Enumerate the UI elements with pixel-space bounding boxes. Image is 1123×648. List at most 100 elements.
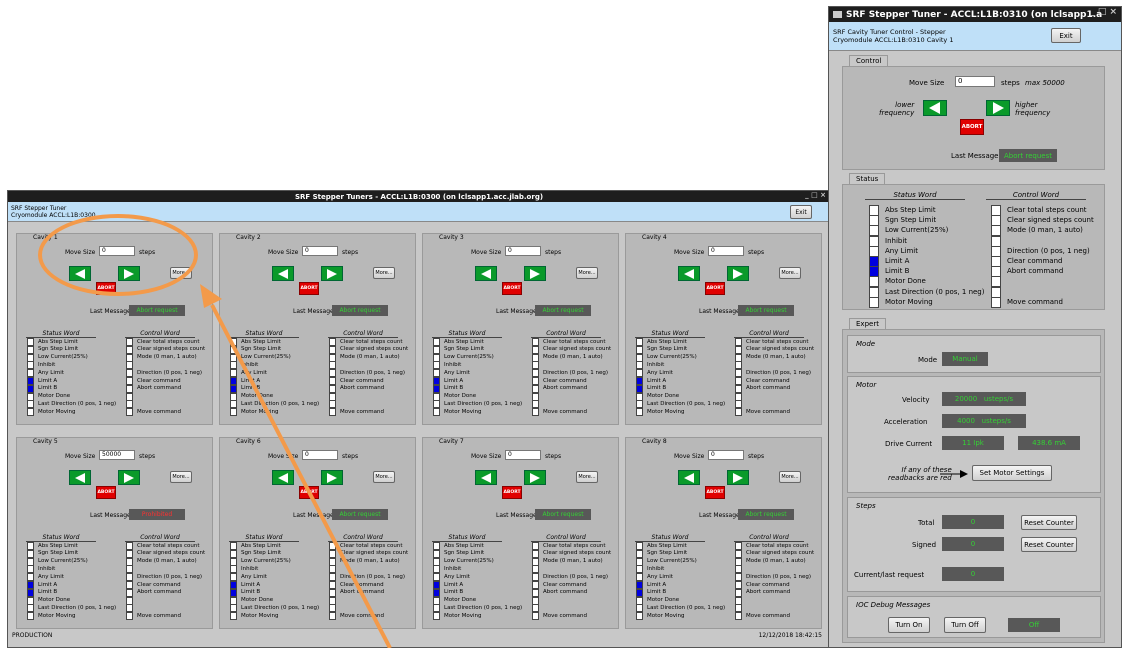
control-bit-indicator[interactable] [329,392,336,401]
abort-button[interactable]: ABORT [502,282,522,295]
control-bit-indicator[interactable] [126,604,133,613]
more-button[interactable]: More... [373,471,395,483]
debug-turn-off-button[interactable]: Turn Off [944,617,986,633]
step-lower-button[interactable] [475,266,497,281]
control-bit-indicator[interactable] [735,353,742,362]
control-bit-indicator[interactable] [532,573,539,582]
detail-titlebar[interactable]: SRF Stepper Tuner - ACCL:L1B:0310 (on lc… [829,7,1121,22]
window-menu-icon[interactable] [833,11,842,18]
control-bit-indicator[interactable] [532,581,539,589]
control-bit-indicator[interactable] [735,604,742,613]
step-lower-button[interactable] [475,470,497,485]
step-higher-button[interactable] [727,470,749,485]
control-bit-indicator[interactable] [126,557,133,566]
control-bit-indicator[interactable] [735,565,742,574]
control-bit-indicator[interactable] [532,596,539,605]
debug-turn-on-button[interactable]: Turn On [888,617,930,633]
step-lower-button[interactable] [69,470,91,485]
higher-frequency-button[interactable] [986,100,1010,116]
control-bit-indicator[interactable] [532,565,539,574]
more-button[interactable]: More... [170,471,192,483]
control-bit-indicator[interactable] [329,573,336,582]
exit-button[interactable]: Exit [790,205,812,219]
control-bit-indicator[interactable] [532,361,539,370]
abort-button[interactable]: ABORT [299,282,319,295]
abort-button[interactable]: ABORT [705,282,725,295]
move-size-input[interactable]: 0 [708,246,744,256]
control-bit-indicator[interactable] [126,612,133,621]
move-size-input[interactable]: 0 [505,246,541,256]
control-bit-indicator[interactable] [126,542,133,550]
control-bit-indicator[interactable] [735,549,742,558]
control-bit-indicator[interactable] [735,377,742,385]
detail-window-controls[interactable]: _ □ × [1090,7,1117,17]
detail-abort-button[interactable]: ABORT [960,119,984,135]
control-bit-indicator[interactable] [735,581,742,589]
control-bit-indicator[interactable] [329,557,336,566]
tab-expert[interactable]: Expert [849,318,886,329]
step-higher-button[interactable] [321,266,343,281]
main-titlebar[interactable]: SRF Stepper Tuners - ACCL:L1B:0300 (on l… [8,191,830,202]
control-bit-indicator[interactable] [329,345,336,354]
control-bit-indicator[interactable] [126,549,133,558]
control-bit-indicator[interactable] [532,557,539,566]
reset-total-counter-button[interactable]: Reset Counter [1021,515,1077,530]
control-bit-indicator[interactable] [329,408,336,417]
control-bit-indicator[interactable] [329,542,336,550]
step-higher-button[interactable] [118,470,140,485]
more-button[interactable]: More... [576,267,598,279]
step-higher-button[interactable] [727,266,749,281]
detail-exit-button[interactable]: Exit [1051,28,1081,43]
control-bit-indicator[interactable] [532,612,539,621]
control-bit-indicator[interactable] [532,384,539,393]
control-bit-indicator[interactable] [735,612,742,621]
control-bit-indicator[interactable] [329,338,336,346]
control-bit-indicator[interactable] [532,400,539,409]
control-bit-indicator[interactable] [329,604,336,613]
control-bit-indicator[interactable] [532,338,539,346]
detail-control-bit-indicator[interactable] [991,296,1001,308]
control-bit-indicator[interactable] [735,384,742,393]
control-bit-indicator[interactable] [126,596,133,605]
control-bit-indicator[interactable] [735,542,742,550]
control-bit-indicator[interactable] [329,565,336,574]
abort-button[interactable]: ABORT [299,486,319,499]
step-higher-button[interactable] [524,470,546,485]
abort-button[interactable]: ABORT [96,486,116,499]
reset-signed-counter-button[interactable]: Reset Counter [1021,537,1077,552]
control-bit-indicator[interactable] [126,384,133,393]
more-button[interactable]: More... [576,471,598,483]
step-lower-button[interactable] [678,470,700,485]
main-window-controls[interactable]: _ □ × [805,191,826,199]
step-lower-button[interactable] [272,470,294,485]
control-bit-indicator[interactable] [329,549,336,558]
control-bit-indicator[interactable] [735,408,742,417]
control-bit-indicator[interactable] [329,612,336,621]
control-bit-indicator[interactable] [126,565,133,574]
control-bit-indicator[interactable] [735,596,742,605]
control-bit-indicator[interactable] [532,408,539,417]
step-higher-button[interactable] [524,266,546,281]
control-bit-indicator[interactable] [735,573,742,582]
control-bit-indicator[interactable] [735,588,742,597]
control-bit-indicator[interactable] [126,361,133,370]
control-bit-indicator[interactable] [532,392,539,401]
control-bit-indicator[interactable] [532,549,539,558]
control-bit-indicator[interactable] [735,400,742,409]
control-bit-indicator[interactable] [735,557,742,566]
control-bit-indicator[interactable] [126,345,133,354]
control-bit-indicator[interactable] [329,596,336,605]
control-bit-indicator[interactable] [735,369,742,378]
abort-button[interactable]: ABORT [705,486,725,499]
control-bit-indicator[interactable] [735,345,742,354]
control-bit-indicator[interactable] [735,338,742,346]
control-bit-indicator[interactable] [329,377,336,385]
control-bit-indicator[interactable] [126,377,133,385]
detail-move-size-input[interactable]: 0 [955,76,995,87]
control-bit-indicator[interactable] [532,345,539,354]
more-button[interactable]: More... [373,267,395,279]
move-size-input[interactable]: 0 [708,450,744,460]
control-bit-indicator[interactable] [126,408,133,417]
step-lower-button[interactable] [678,266,700,281]
move-size-input[interactable]: 0 [302,246,338,256]
